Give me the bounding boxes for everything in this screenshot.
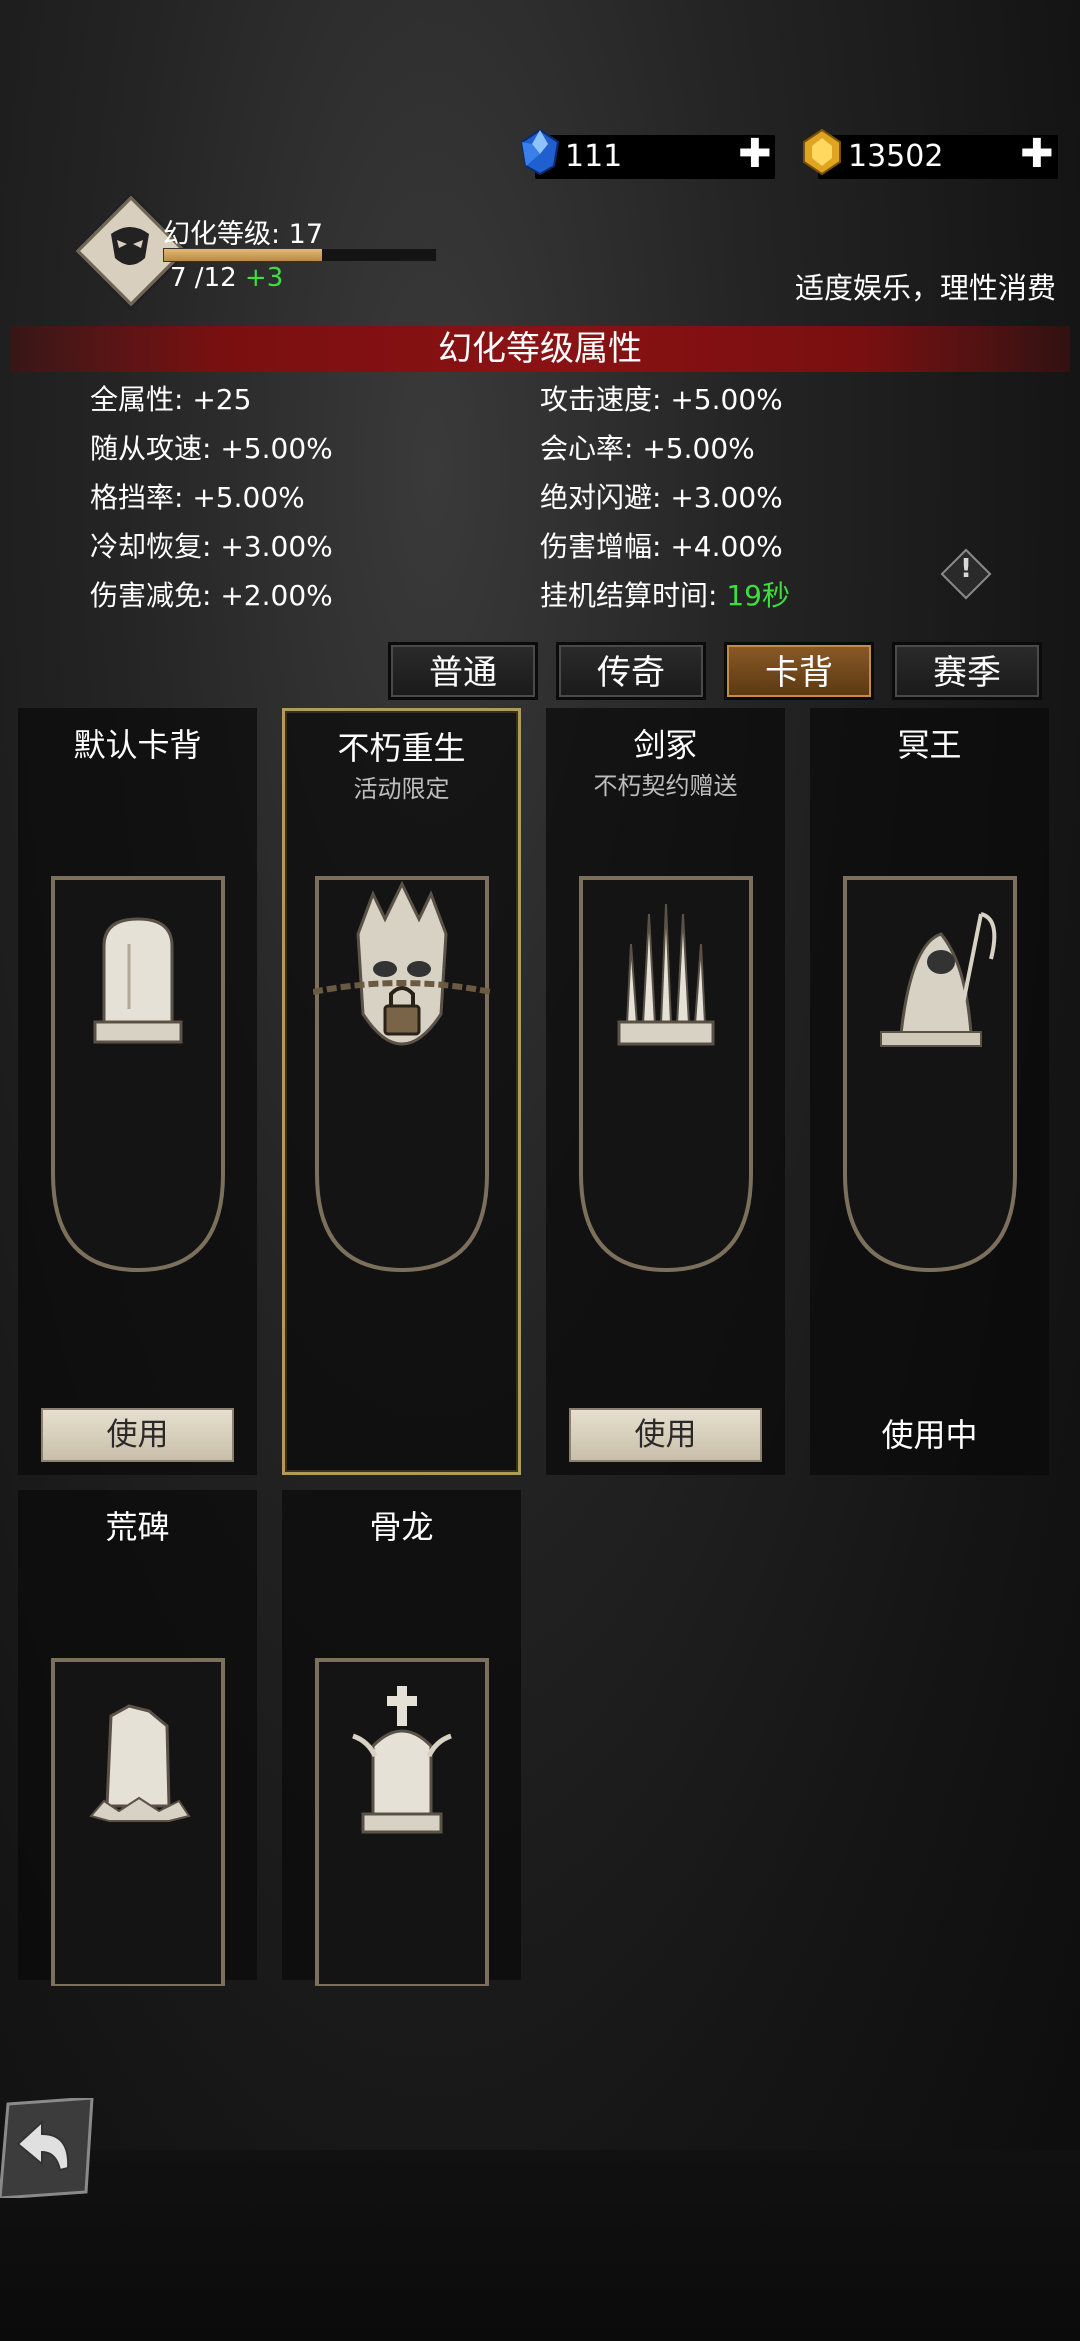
add-diamond-button[interactable]: ✚	[738, 134, 772, 174]
ruined-stone-icon	[51, 1658, 225, 1986]
card-back-default[interactable]: 默认卡背 使用	[18, 708, 257, 1475]
exclamation-icon: !	[960, 554, 972, 584]
diamond-amount: 111	[565, 139, 623, 174]
bottom-floor	[0, 2150, 1080, 2341]
section-banner: 幻化等级属性	[10, 326, 1070, 372]
card-back-desolate-stele[interactable]: 荒碑	[18, 1490, 257, 1986]
attr-absolute-dodge: 绝对闪避: +3.00%	[540, 481, 783, 514]
progress-count: 7 /12	[170, 263, 237, 293]
progress-gain: +3	[244, 263, 284, 293]
card-title: 荒碑	[105, 1508, 170, 1546]
back-button[interactable]	[0, 2098, 95, 2198]
reaper-icon	[843, 876, 1017, 1273]
attr-cooldown-recovery: 冷却恢复: +3.00%	[90, 530, 333, 563]
tab-legendary[interactable]: 传奇	[556, 642, 706, 700]
level-progress-fill	[164, 249, 322, 261]
attr-attack-speed: 攻击速度: +5.00%	[540, 383, 783, 416]
gold-amount: 13502	[848, 139, 944, 174]
attr-damage-boost: 伤害增幅: +4.00%	[540, 530, 783, 563]
locked-skull-icon	[313, 876, 491, 1273]
sword-throne-icon	[579, 876, 753, 1273]
bone-dragon-tomb-icon	[315, 1658, 489, 1986]
idle-settle-value: 19秒	[726, 579, 790, 612]
card-title: 剑冢	[633, 726, 698, 764]
card-subtitle: 活动限定	[353, 775, 450, 803]
attr-all-stats: 全属性: +25	[90, 383, 252, 416]
gold-gem-icon	[803, 128, 841, 176]
attr-crit-rate: 会心率: +5.00%	[540, 432, 755, 465]
tab-season[interactable]: 赛季	[892, 642, 1042, 700]
blue-gem-icon	[520, 128, 560, 176]
transform-level-label: 幻化等级: 17	[163, 219, 324, 250]
attr-minion-attack-speed: 随从攻速: +5.00%	[90, 432, 333, 465]
card-subtitle: 不朽契约赠送	[593, 772, 738, 800]
in-use-status: 使用中	[881, 1416, 978, 1454]
attr-damage-reduction: 伤害减免: +2.00%	[90, 579, 333, 612]
add-gold-button[interactable]: ✚	[1020, 134, 1054, 174]
card-back-hades[interactable]: 冥王 使用中	[810, 708, 1049, 1475]
card-back-bone-dragon[interactable]: 骨龙	[282, 1490, 521, 1986]
card-title: 默认卡背	[73, 726, 202, 764]
use-button[interactable]: 使用	[41, 1408, 234, 1462]
card-back-sword-tomb[interactable]: 剑冢 不朽契约赠送 使用	[546, 708, 785, 1475]
level-progress-bar	[163, 248, 437, 262]
tombstone-icon	[51, 876, 225, 1273]
section-title: 幻化等级属性	[438, 329, 642, 369]
card-title: 骨龙	[369, 1508, 434, 1546]
tab-normal[interactable]: 普通	[388, 642, 538, 700]
card-title: 不朽重生	[337, 729, 466, 767]
attr-block-rate: 格挡率: +5.00%	[90, 481, 305, 514]
attr-idle-settle-time: 挂机结算时间: 19秒	[540, 574, 790, 614]
mask-icon	[111, 227, 149, 265]
level-progress-text: 7 /12 +3	[170, 263, 283, 293]
card-title: 冥王	[897, 726, 962, 764]
idle-settle-label: 挂机结算时间:	[540, 579, 727, 612]
card-back-immortal-rebirth[interactable]: 不朽重生 活动限定	[282, 708, 521, 1475]
healthy-gaming-notice: 适度娱乐，理性消费	[794, 271, 1056, 305]
tab-card-back[interactable]: 卡背	[724, 642, 874, 700]
use-button[interactable]: 使用	[569, 1408, 762, 1462]
